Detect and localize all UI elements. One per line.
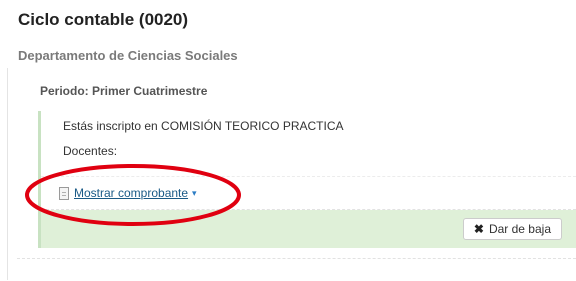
divider: [41, 176, 576, 178]
teachers-label: Docentes:: [63, 144, 118, 158]
card-left-border: [7, 68, 8, 280]
drop-enrollment-button[interactable]: ✖ Dar de baja: [462, 218, 562, 240]
period-label: Periodo: Primer Cuatrimestre: [40, 84, 208, 98]
enrollment-panel: Estás inscripto en COMISIÓN TEORICO PRAC…: [38, 111, 576, 248]
card-bottom-border: [17, 258, 576, 260]
drop-enrollment-label: Dar de baja: [488, 222, 551, 236]
document-icon: [59, 186, 69, 200]
enrollment-status-text: Estás inscripto en COMISIÓN TEORICO PRAC…: [63, 119, 344, 133]
actions-bar: ✖ Dar de baja: [41, 210, 576, 248]
show-receipt-link[interactable]: Mostrar comprobante ▾: [59, 186, 197, 200]
enrollment-details: Estás inscripto en COMISIÓN TEORICO PRAC…: [41, 111, 576, 210]
caret-down-icon[interactable]: ▾: [192, 188, 197, 199]
department-name: Departamento de Ciencias Sociales: [18, 48, 238, 63]
course-title: Ciclo contable (0020): [18, 10, 189, 29]
close-icon: ✖: [473, 222, 484, 236]
show-receipt-label[interactable]: Mostrar comprobante: [74, 186, 188, 200]
